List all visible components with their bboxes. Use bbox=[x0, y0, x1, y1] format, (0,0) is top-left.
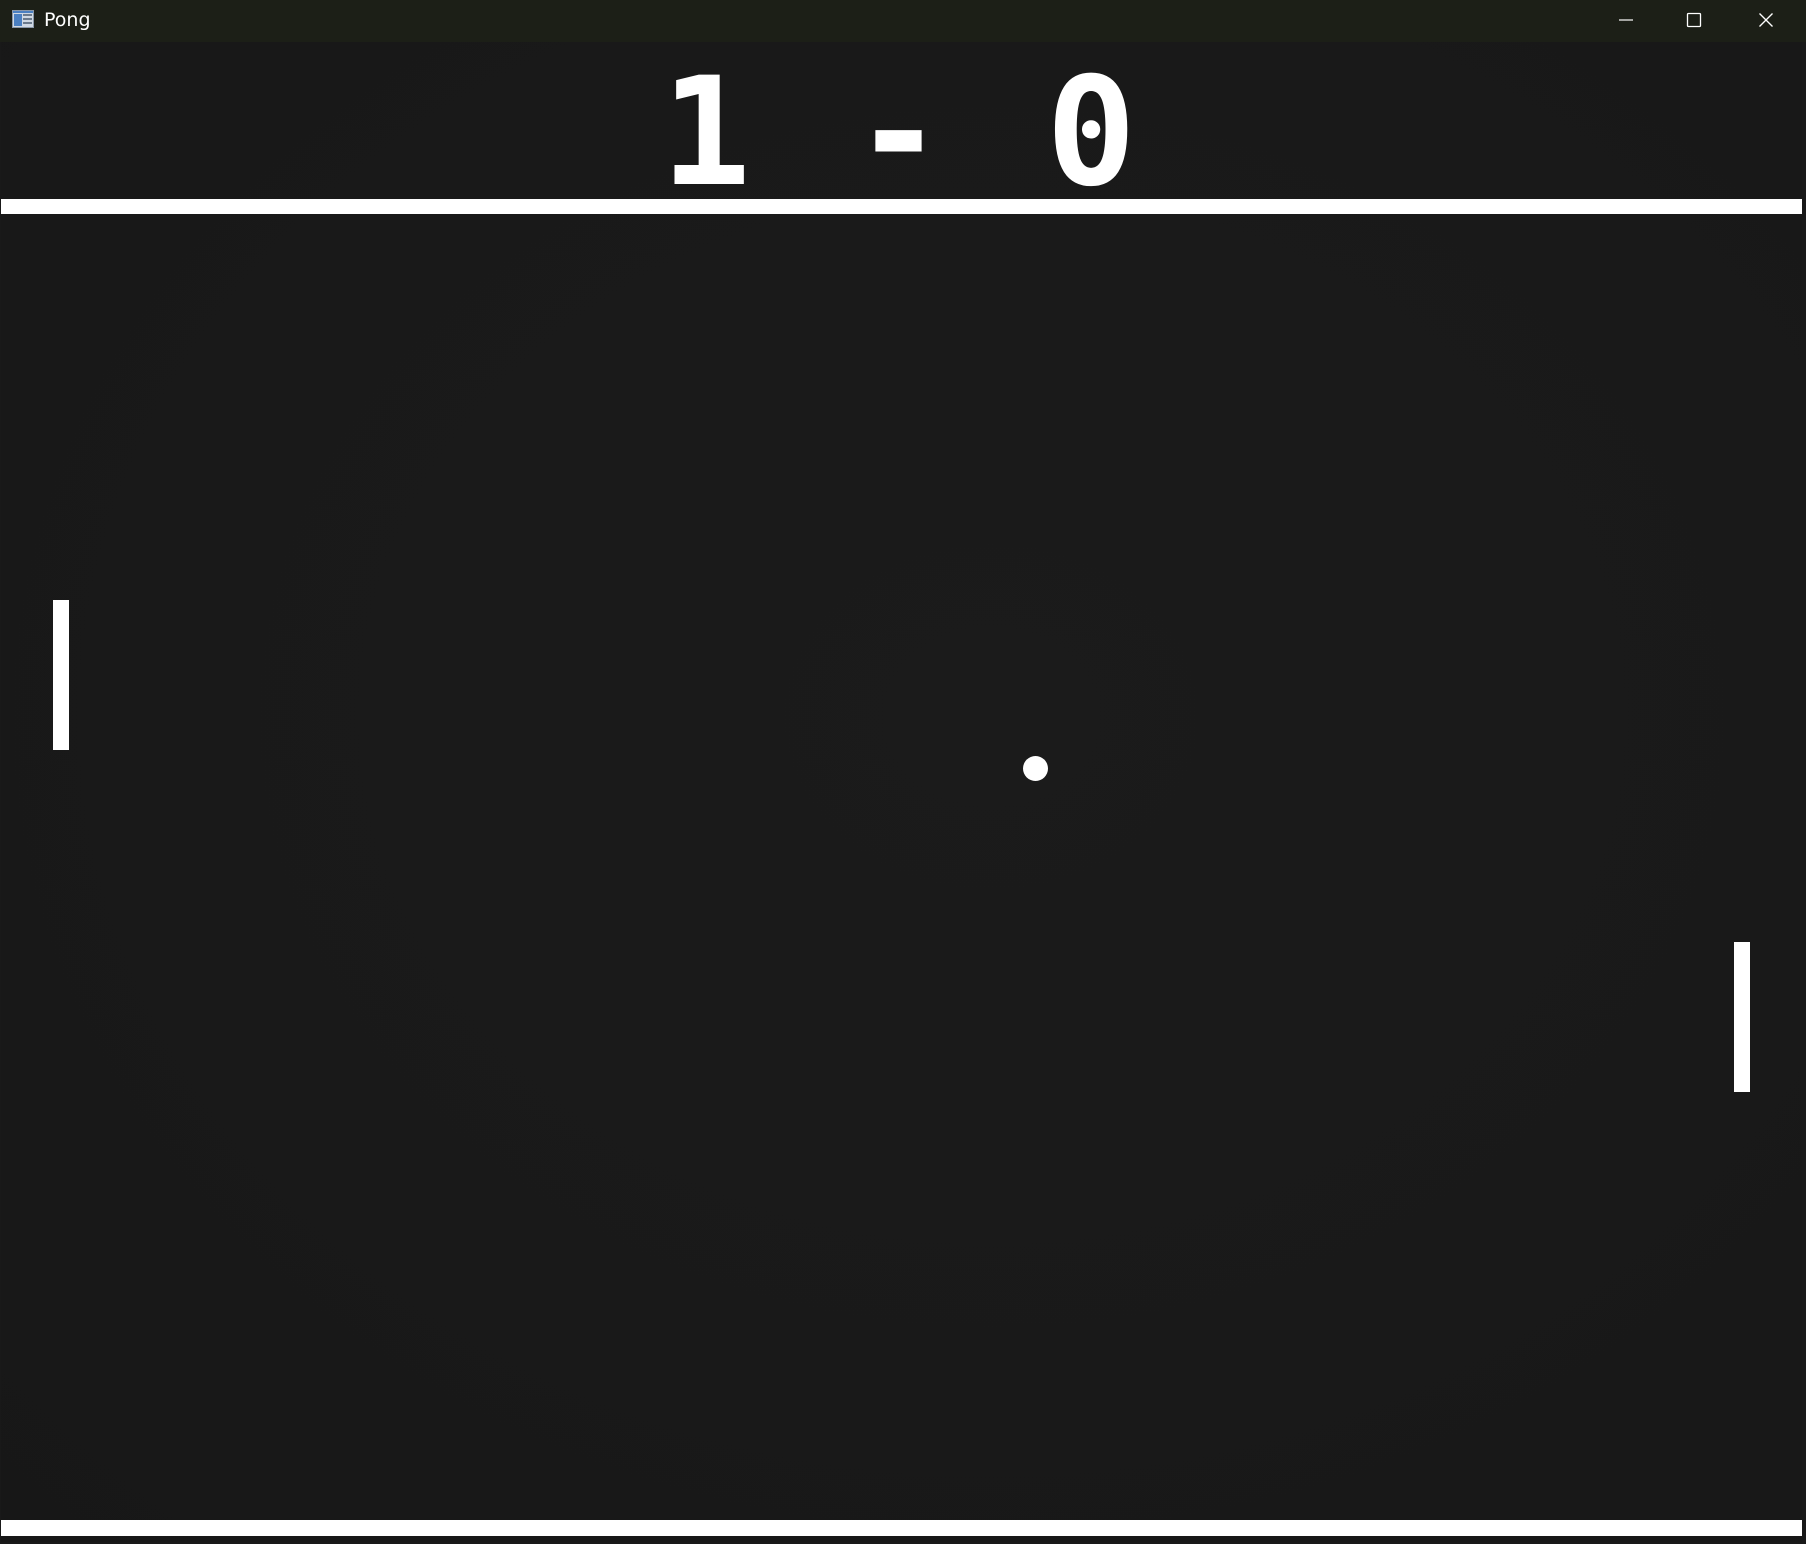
window-title: Pong bbox=[44, 9, 91, 31]
game-window: Pong 1 - 0 bbox=[0, 0, 1806, 1544]
maximize-button[interactable] bbox=[1660, 0, 1728, 40]
top-wall bbox=[1, 199, 1802, 214]
bottom-wall bbox=[1, 1520, 1802, 1536]
app-window-icon bbox=[12, 10, 34, 28]
close-button[interactable] bbox=[1732, 0, 1800, 40]
ball bbox=[1023, 756, 1048, 781]
title-bar[interactable]: Pong bbox=[0, 0, 1806, 42]
close-icon bbox=[1758, 12, 1774, 28]
scoreboard: 1 - 0 bbox=[660, 46, 1143, 220]
minimize-button[interactable] bbox=[1592, 0, 1660, 40]
game-playfield[interactable]: 1 - 0 bbox=[1, 42, 1802, 1542]
right-paddle[interactable] bbox=[1734, 942, 1750, 1092]
left-paddle[interactable] bbox=[53, 600, 69, 750]
minimize-icon bbox=[1618, 12, 1634, 28]
maximize-icon bbox=[1686, 12, 1702, 28]
